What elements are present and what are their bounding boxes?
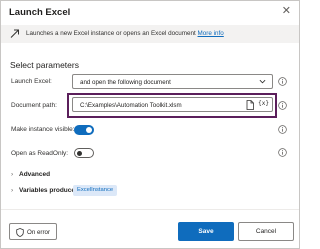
info-icon[interactable]	[278, 125, 287, 134]
make-visible-toggle[interactable]	[74, 125, 94, 135]
info-icon[interactable]	[278, 77, 287, 86]
variable-icon[interactable]: {x}	[258, 100, 269, 107]
cancel-button[interactable]: Cancel	[238, 222, 294, 241]
launch-excel-value: and open the following document	[80, 78, 171, 86]
more-info-link[interactable]: More info	[198, 30, 224, 37]
launch-excel-label: Launch Excel:	[11, 78, 52, 85]
launch-excel-dialog: Launch Excel ✕ Launches a new Excel inst…	[0, 0, 300, 249]
document-path-label: Document path:	[11, 102, 57, 109]
chevron-down-icon	[259, 79, 266, 84]
read-only-label: Open as ReadOnly:	[11, 150, 69, 157]
dialog-title: Launch Excel	[9, 7, 71, 18]
save-button[interactable]: Save	[178, 222, 234, 241]
on-error-label: On error	[27, 228, 51, 236]
info-icon[interactable]	[278, 101, 287, 110]
variables-produced-expander[interactable]: › Variables produced	[11, 187, 79, 194]
title-bar: Launch Excel ✕	[1, 1, 299, 23]
chevron-right-icon: ›	[11, 187, 14, 194]
description-bar: Launches a new Excel instance or opens a…	[1, 25, 299, 43]
info-icon[interactable]	[278, 148, 287, 157]
read-only-toggle[interactable]	[74, 148, 94, 158]
chevron-right-icon: ›	[11, 171, 14, 178]
advanced-expander[interactable]: › Advanced	[11, 171, 50, 178]
on-error-button[interactable]: On error	[9, 223, 57, 240]
shield-icon	[16, 228, 24, 237]
description-body: Launches a new Excel instance or opens a…	[26, 30, 196, 37]
launch-excel-select[interactable]: and open the following document	[72, 74, 273, 89]
close-icon[interactable]: ✕	[282, 6, 291, 17]
footer-divider	[1, 209, 299, 210]
document-path-value: C:\Examples\Automation Toolkit.xlsm	[80, 101, 182, 109]
make-visible-label: Make instance visible:	[11, 126, 75, 133]
toggle-knob	[77, 150, 82, 156]
variables-produced-label: Variables produced	[19, 187, 79, 194]
toggle-knob	[86, 127, 92, 133]
file-icon[interactable]	[246, 100, 254, 110]
excel-launch-icon	[10, 29, 19, 38]
description-text: Launches a new Excel instance or opens a…	[26, 30, 224, 37]
document-path-input[interactable]: C:\Examples\Automation Toolkit.xlsm {x}	[72, 97, 273, 112]
section-title: Select parameters	[10, 60, 79, 70]
variable-badge[interactable]: ExcelInstance	[73, 185, 118, 196]
advanced-label: Advanced	[19, 171, 51, 178]
